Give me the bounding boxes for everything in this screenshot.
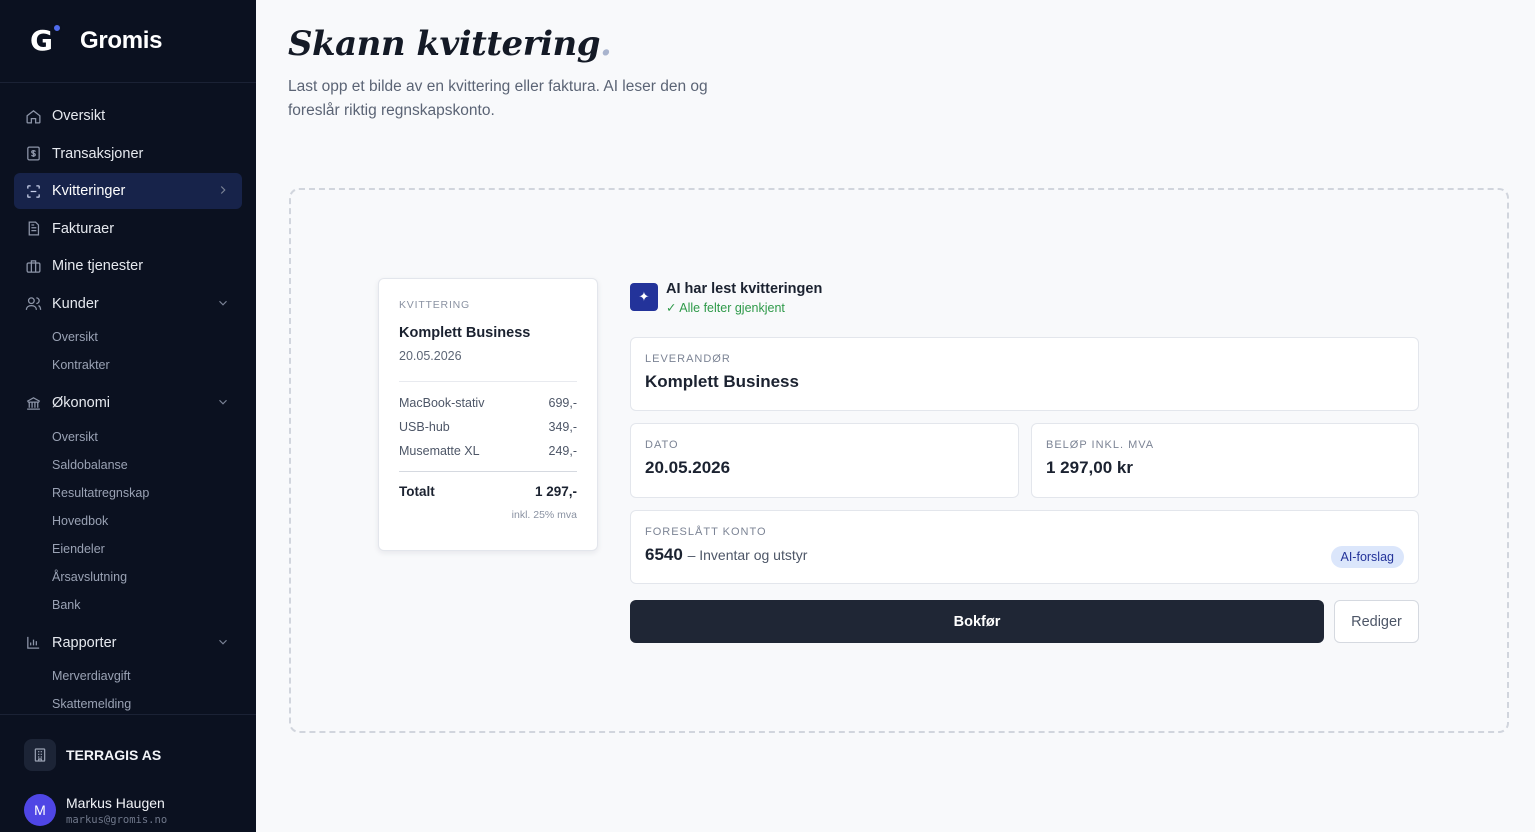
- sidebar-item-label: Mine tjenester: [52, 258, 144, 274]
- receipt-line-amount: 249,-: [548, 444, 578, 458]
- sidebar-item-mine-tjenester[interactable]: Mine tjenester: [14, 248, 242, 284]
- company-switcher[interactable]: TERRAGIS AS: [0, 715, 256, 771]
- ai-status: ✦ AI har lest kvitteringen ✓ Alle felter…: [630, 281, 822, 315]
- vendor-field-label: LEVERANDØR: [645, 353, 731, 365]
- receipt-preview: KVITTERING Komplett Business 20.05.2026 …: [378, 278, 598, 551]
- building-icon: [24, 739, 56, 771]
- receipt-vat-note: inkl. 25% mva: [511, 509, 577, 521]
- logo-letter: G: [30, 24, 53, 57]
- book-button[interactable]: Bokfør: [630, 600, 1324, 643]
- vendor-field[interactable]: LEVERANDØR Komplett Business: [630, 337, 1419, 411]
- amount-field-label: BELØP INKL. MVA: [1046, 439, 1155, 451]
- date-field-value: 20.05.2026: [645, 458, 731, 477]
- sidebar-item-transaksjoner[interactable]: Transaksjoner: [14, 136, 242, 172]
- sidebar-item-rapporter[interactable]: Rapporter: [14, 625, 242, 661]
- ai-status-title: AI har lest kvitteringen: [666, 281, 823, 297]
- sidebar-subitem-resultatregnskap[interactable]: Resultatregnskap: [14, 479, 242, 507]
- sidebar-subitem-arsavslutning[interactable]: Årsavslutning: [14, 563, 242, 591]
- receipt-total-label: Totalt: [399, 484, 435, 499]
- brand-name: Gromis: [80, 27, 163, 54]
- gromis-logo: G: [30, 23, 62, 57]
- receipt-lines: MacBook-stativ 699,- USB-hub 349,- Musem…: [399, 391, 577, 463]
- page-title: Skann kvittering.: [288, 24, 612, 64]
- main-content: Skann kvittering. Last opp et bilde av e…: [256, 0, 1535, 832]
- chevron-down-icon: [216, 296, 232, 312]
- home-icon: [24, 107, 42, 125]
- page-title-dot: .: [600, 24, 612, 64]
- receipt-line-name: MacBook-stativ: [399, 396, 485, 410]
- sidebar-item-label: Transaksjoner: [52, 145, 144, 162]
- briefcase-icon: [24, 257, 42, 275]
- account-number: 6540: [645, 545, 683, 564]
- ai-status-message: ✓ Alle felter gjenkjent: [666, 301, 785, 315]
- receipt-line-amount: 699,-: [548, 396, 578, 410]
- account-field-label: FORESLÅTT KONTO: [645, 526, 767, 538]
- sidebar-subitem-saldobalanse[interactable]: Saldobalanse: [14, 451, 242, 479]
- sidebar-item-fakturaer[interactable]: Fakturaer: [14, 211, 242, 247]
- sidebar-footer: TERRAGIS AS M Markus Haugen markus@gromi…: [0, 714, 256, 826]
- bank-icon: [24, 394, 42, 412]
- scan-icon: [24, 182, 42, 200]
- sidebar-item-oversikt[interactable]: Oversikt: [14, 98, 242, 134]
- amount-field-value: 1 297,00 kr: [1046, 458, 1133, 477]
- main-nav: Oversikt Transaksjoner Kvitteringer Fakt…: [14, 98, 242, 718]
- user-email: markus@gromis.no: [66, 814, 168, 826]
- receipt-line-amount: 349,-: [548, 420, 578, 434]
- account-field[interactable]: FORESLÅTT KONTO 6540 – Inventar og utsty…: [630, 510, 1419, 584]
- edit-button[interactable]: Rediger: [1334, 600, 1419, 643]
- sidebar-item-kvitteringer[interactable]: Kvitteringer: [14, 173, 242, 209]
- receipt-date: 20.05.2026: [399, 349, 462, 363]
- vendor-field-value: Komplett Business: [645, 372, 799, 391]
- sidebar-item-label: Økonomi: [52, 395, 111, 411]
- chevron-down-icon: [216, 635, 232, 651]
- receipt-total: Totalt 1 297,-: [399, 484, 577, 499]
- date-field[interactable]: DATO 20.05.2026: [630, 423, 1019, 498]
- receipt-line: MacBook-stativ 699,-: [399, 391, 577, 415]
- user-profile[interactable]: M Markus Haugen markus@gromis.no: [0, 771, 256, 826]
- dollar-receipt-icon: [24, 145, 42, 163]
- users-icon: [24, 295, 42, 313]
- sidebar-subitem-merverdiavgift[interactable]: Merverdiavgift: [14, 662, 242, 690]
- receipt-total-divider: [399, 471, 577, 472]
- page-title-text: Skann kvittering: [288, 24, 601, 64]
- sidebar-item-label: Oversikt: [52, 108, 106, 124]
- logo-badge-dot: [52, 23, 62, 33]
- receipt-line-name: USB-hub: [399, 420, 450, 434]
- receipt-divider: [399, 381, 577, 382]
- receipt-line: USB-hub 349,-: [399, 415, 577, 439]
- amount-field[interactable]: BELØP INKL. MVA 1 297,00 kr: [1031, 423, 1419, 498]
- sidebar-subitem-eiendeler[interactable]: Eiendeler: [14, 535, 242, 563]
- sparkle-icon: ✦: [630, 283, 658, 311]
- sidebar-item-okonomi[interactable]: Økonomi: [14, 385, 242, 421]
- receipt-total-amount: 1 297,-: [534, 484, 577, 499]
- sidebar-subitem-kontrakter[interactable]: Kontrakter: [14, 351, 242, 379]
- account-name: – Inventar og utstyr: [687, 547, 808, 563]
- brand[interactable]: G Gromis: [0, 0, 256, 83]
- company-name: TERRAGIS AS: [66, 747, 162, 763]
- sidebar: G Gromis Oversikt Transaksjoner Kvitteri…: [0, 0, 256, 832]
- sidebar-item-label: Fakturaer: [52, 220, 115, 237]
- page-subtitle: Last opp et bilde av en kvittering eller…: [288, 78, 708, 119]
- chevron-down-icon: [216, 395, 232, 411]
- date-field-label: DATO: [645, 439, 679, 451]
- sidebar-item-label: Rapporter: [52, 634, 117, 651]
- receipt-label: KVITTERING: [399, 299, 471, 311]
- document-icon: [24, 220, 42, 238]
- chevron-right-icon: [216, 183, 232, 199]
- sidebar-item-label: Kunder: [52, 295, 99, 312]
- account-field-value: 6540 – Inventar og utstyr: [645, 545, 1404, 565]
- receipt-vendor: Komplett Business: [399, 325, 531, 341]
- sidebar-subitem-kunder-oversikt[interactable]: Oversikt: [14, 323, 242, 351]
- sidebar-item-kunder[interactable]: Kunder: [14, 286, 242, 322]
- receipt-line-name: Musematte XL: [399, 444, 480, 458]
- bar-chart-icon: [24, 634, 42, 652]
- sidebar-subitem-hovedbok[interactable]: Hovedbok: [14, 507, 242, 535]
- sidebar-item-label: Kvitteringer: [52, 183, 126, 199]
- user-name: Markus Haugen: [66, 795, 165, 811]
- receipt-line: Musematte XL 249,-: [399, 439, 577, 463]
- ai-suggestion-badge: AI-forslag: [1330, 546, 1404, 568]
- avatar: M: [24, 794, 56, 826]
- sidebar-subitem-bank[interactable]: Bank: [14, 591, 242, 619]
- sidebar-subitem-okonomi-oversikt[interactable]: Oversikt: [14, 423, 242, 451]
